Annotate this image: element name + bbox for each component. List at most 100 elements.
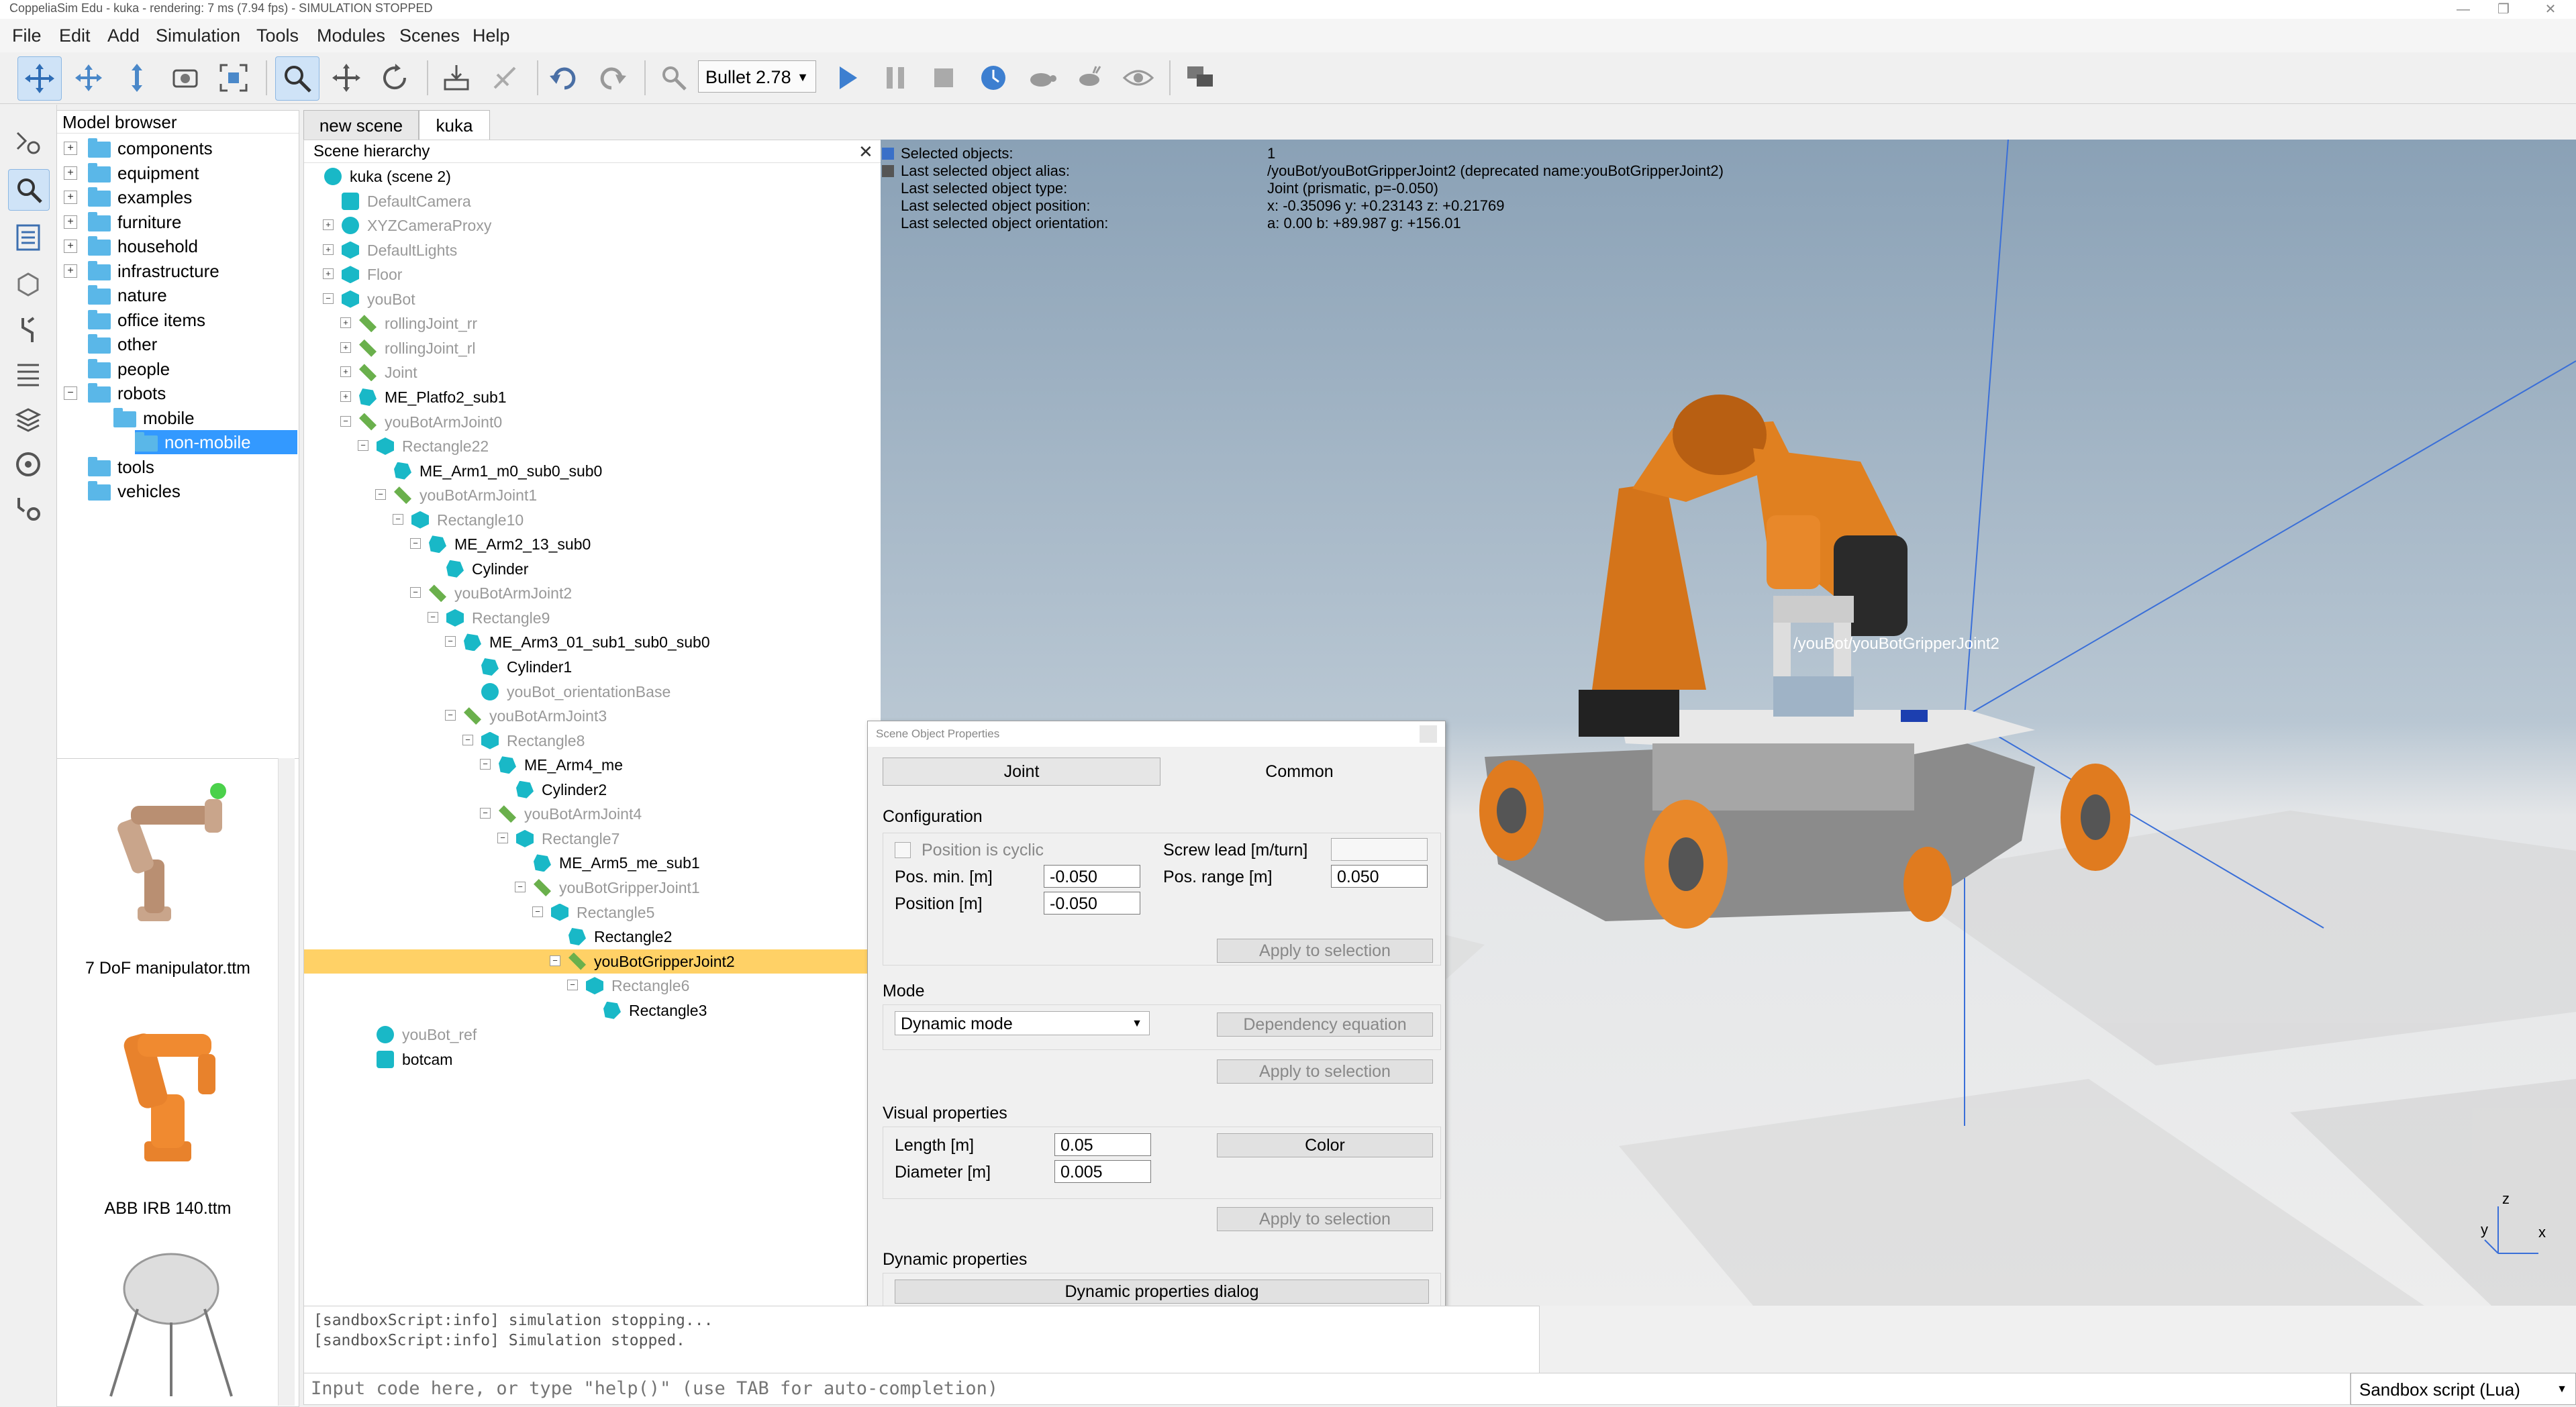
model-folder-item[interactable]: − robots [57, 381, 297, 405]
color-button[interactable]: Color [1217, 1133, 1433, 1157]
screw-lead-field[interactable] [1331, 838, 1428, 861]
object-shift-icon[interactable] [325, 56, 368, 99]
menu-scenes[interactable]: Scenes [399, 25, 460, 46]
hierarchy-item[interactable]: youBot_orientationBase [304, 680, 880, 704]
model-folder-item[interactable]: office items [57, 308, 297, 332]
model-folder-item[interactable]: tools [57, 455, 297, 479]
model-folder-item[interactable]: + equipment [57, 161, 297, 185]
hierarchy-item[interactable]: − youBot [304, 287, 880, 311]
hierarchy-item[interactable]: − youBotArmJoint2 [304, 581, 880, 605]
hierarchy-item[interactable]: − youBotArmJoint4 [304, 802, 880, 826]
hierarchy-item[interactable]: youBot_ref [304, 1023, 880, 1047]
expand-toggle-icon[interactable]: + [323, 268, 334, 280]
expand-toggle-icon[interactable]: + [340, 390, 351, 402]
tab-joint[interactable]: Joint [883, 758, 1160, 786]
user-settings-icon[interactable] [8, 488, 48, 529]
hierarchy-item[interactable]: + rollingJoint_rr [304, 311, 880, 335]
maximize-button[interactable]: ❐ [2483, 0, 2524, 19]
hierarchy-item[interactable]: − Rectangle10 [304, 508, 880, 532]
hierarchy-item[interactable]: − youBotArmJoint0 [304, 410, 880, 434]
hierarchy-item[interactable]: ME_Arm5_me_sub1 [304, 851, 880, 875]
pos-range-field[interactable]: 0.050 [1331, 865, 1428, 888]
hierarchy-item[interactable]: − ME_Arm4_me [304, 753, 880, 777]
pause-icon[interactable] [874, 56, 917, 99]
play-icon[interactable] [826, 56, 869, 99]
expand-toggle-icon[interactable]: + [64, 240, 77, 253]
hierarchy-item[interactable]: Cylinder [304, 557, 880, 581]
model-folder-item[interactable]: + components [57, 136, 297, 160]
assemble-icon[interactable] [435, 56, 478, 99]
expand-toggle-icon[interactable]: − [532, 906, 543, 917]
hierarchy-item[interactable]: + rollingJoint_rl [304, 336, 880, 360]
real-time-icon[interactable] [972, 56, 1015, 99]
diameter-field[interactable]: 0.005 [1054, 1160, 1151, 1183]
scripts-icon[interactable] [8, 122, 48, 162]
hierarchy-item[interactable]: − youBotArmJoint3 [304, 704, 880, 728]
expand-toggle-icon[interactable]: − [497, 832, 508, 843]
hierarchy-item[interactable]: − Rectangle9 [304, 606, 880, 630]
hierarchy-item[interactable]: − youBotGripperJoint2 [304, 949, 880, 974]
hierarchy-item[interactable]: − youBotGripperJoint1 [304, 876, 880, 900]
stop-icon[interactable] [922, 56, 965, 99]
info-toggle-icon[interactable] [882, 165, 894, 177]
apply-configuration-button[interactable]: Apply to selection [1217, 939, 1433, 963]
video-recorder-icon[interactable] [8, 444, 48, 484]
expand-toggle-icon[interactable]: + [64, 166, 77, 180]
hierarchy-item[interactable]: − ME_Arm3_01_sub1_sub0_sub0 [304, 630, 880, 654]
tab-common[interactable]: Common [1160, 758, 1438, 786]
model-folder-item[interactable]: + furniture [57, 210, 297, 234]
model-folder-item[interactable]: nature [57, 283, 297, 307]
object-properties-icon[interactable] [8, 264, 48, 305]
apply-mode-button[interactable]: Apply to selection [1217, 1059, 1433, 1084]
close-window-button[interactable]: ✕ [2530, 0, 2571, 19]
info-toggle-icon[interactable] [882, 148, 894, 160]
expand-toggle-icon[interactable]: − [340, 415, 351, 427]
hierarchy-item[interactable]: ME_Arm1_m0_sub0_sub0 [304, 459, 880, 483]
expand-toggle-icon[interactable]: + [64, 215, 77, 229]
hierarchy-item[interactable]: Cylinder2 [304, 778, 880, 802]
expand-toggle-icon[interactable]: − [480, 759, 491, 770]
model-folder-item[interactable]: + infrastructure [57, 259, 297, 283]
layers-icon[interactable] [8, 400, 48, 440]
expand-toggle-icon[interactable]: − [567, 980, 578, 991]
hierarchy-item[interactable]: + Joint [304, 360, 880, 384]
model-folder-item[interactable]: + household [57, 234, 297, 258]
minimize-button[interactable]: — [2443, 0, 2483, 19]
hierarchy-item[interactable]: − ME_Arm2_13_sub0 [304, 532, 880, 556]
pos-min-field[interactable]: -0.050 [1044, 865, 1140, 888]
hierarchy-item[interactable]: − Rectangle7 [304, 827, 880, 851]
calculation-modules-icon[interactable] [8, 310, 48, 350]
expand-toggle-icon[interactable]: − [480, 808, 491, 819]
expand-toggle-icon[interactable]: − [515, 881, 526, 892]
hierarchy-item[interactable]: + XYZCameraProxy [304, 213, 880, 238]
tab-new-scene[interactable]: new scene [303, 110, 419, 141]
dependency-equation-button[interactable]: Dependency equation [1217, 1012, 1433, 1037]
model-thumbnail-7dof[interactable] [84, 772, 258, 947]
camera-angle-icon[interactable] [164, 56, 207, 99]
expand-toggle-icon[interactable]: − [410, 538, 421, 550]
expand-toggle-icon[interactable]: + [323, 219, 334, 231]
object-rotate-icon[interactable] [373, 56, 416, 99]
transfer-dna-icon[interactable] [483, 56, 526, 99]
selection-icon[interactable] [275, 56, 319, 101]
visualization-icon[interactable] [1117, 56, 1160, 99]
expand-toggle-icon[interactable]: + [340, 366, 351, 378]
expand-toggle-icon[interactable]: − [323, 293, 334, 304]
hierarchy-item[interactable]: − Rectangle22 [304, 434, 880, 458]
model-folder-item[interactable]: people [57, 357, 297, 381]
model-thumbnail-delta[interactable] [97, 1242, 245, 1403]
menu-simulation[interactable]: Simulation [156, 25, 240, 46]
camera-shift-icon[interactable] [115, 56, 158, 99]
hierarchy-item[interactable]: − youBotArmJoint1 [304, 483, 880, 507]
apply-visual-button[interactable]: Apply to selection [1217, 1207, 1433, 1231]
command-input[interactable] [303, 1373, 2350, 1405]
undo-icon[interactable] [542, 56, 585, 99]
menu-modules[interactable]: Modules [317, 25, 385, 46]
hierarchy-item[interactable]: Rectangle2 [304, 925, 880, 949]
expand-toggle-icon[interactable]: − [550, 955, 560, 966]
position-cyclic-checkbox[interactable] [895, 842, 911, 858]
browser-toggle-icon[interactable] [8, 169, 50, 211]
hierarchy-item[interactable]: kuka (scene 2) [304, 164, 880, 189]
speed-up-icon[interactable] [1069, 56, 1111, 99]
dynamic-properties-dialog-button[interactable]: Dynamic properties dialog [895, 1280, 1429, 1304]
